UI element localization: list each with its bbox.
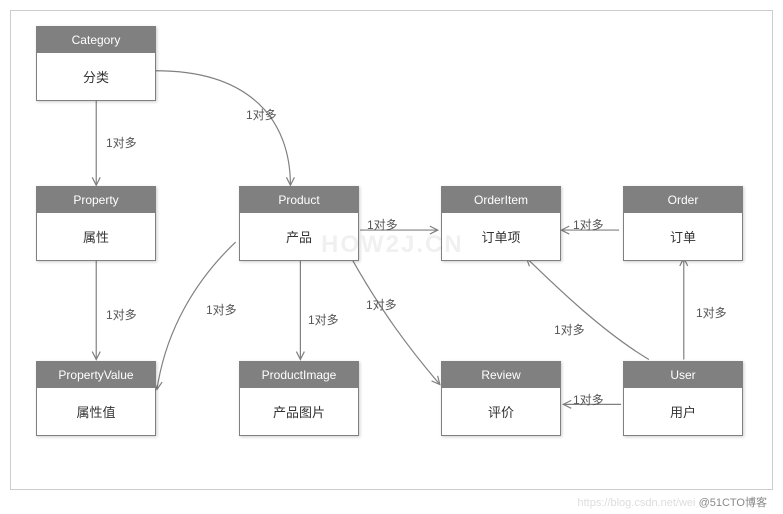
entity-title: Category	[37, 27, 155, 53]
entity-title: ProductImage	[240, 362, 358, 388]
edge-label-product-propertyvalue: 1对多	[206, 301, 237, 318]
entity-category: Category 分类	[36, 26, 156, 101]
entity-label: 属性	[37, 213, 155, 260]
entity-user: User 用户	[623, 361, 743, 436]
entity-review: Review 评价	[441, 361, 561, 436]
edge-label-property-propertyvalue: 1对多	[106, 306, 137, 323]
entity-title: User	[624, 362, 742, 388]
entity-title: Product	[240, 187, 358, 213]
entity-title: Property	[37, 187, 155, 213]
edge-label-order-orderitem: 1对多	[573, 216, 604, 233]
edge-label-product-review: 1对多	[366, 296, 397, 313]
entity-title: OrderItem	[442, 187, 560, 213]
entity-order: Order 订单	[623, 186, 743, 261]
diagram-frame: Category 分类 Property 属性 PropertyValue 属性…	[10, 10, 773, 490]
footer-credit: https://blog.csdn.net/wei @51CTO博客	[577, 494, 767, 510]
footer-brand: @51CTO博客	[699, 497, 767, 509]
edge-label-category-property: 1对多	[106, 134, 137, 151]
edge-label-user-review: 1对多	[573, 391, 604, 408]
entity-label: 属性值	[37, 388, 155, 435]
entity-productimage: ProductImage 产品图片	[239, 361, 359, 436]
entity-title: Order	[624, 187, 742, 213]
edge-label-user-orderitem: 1对多	[554, 321, 585, 338]
edge-label-user-order: 1对多	[696, 304, 727, 321]
entity-label: 评价	[442, 388, 560, 435]
entity-title: Review	[442, 362, 560, 388]
entity-label: 产品图片	[240, 388, 358, 435]
footer-host: https://blog.csdn.net/wei	[577, 497, 695, 509]
entity-propertyvalue: PropertyValue 属性值	[36, 361, 156, 436]
edge-label-category-product: 1对多	[246, 106, 277, 123]
entity-label: 订单	[624, 213, 742, 260]
entity-title: PropertyValue	[37, 362, 155, 388]
edge-label-product-productimage: 1对多	[308, 311, 339, 328]
entity-label: 分类	[37, 53, 155, 100]
watermark-text: HOW2J.CN	[321, 231, 464, 259]
entity-property: Property 属性	[36, 186, 156, 261]
entity-label: 用户	[624, 388, 742, 435]
